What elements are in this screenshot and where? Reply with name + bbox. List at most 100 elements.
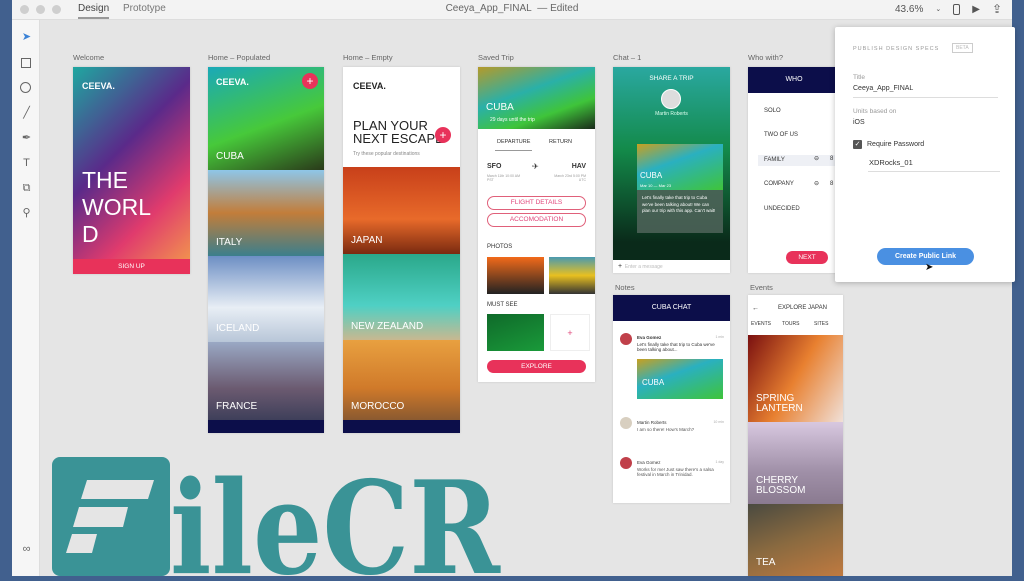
artboard-label[interactable]: Events: [750, 283, 773, 292]
departure-time: March 11th 10:00 AM PST: [487, 174, 521, 182]
trip-header-image: CUBA 29 days until the trip: [478, 67, 595, 129]
tab-events[interactable]: EVENTS: [751, 321, 771, 327]
artboard-saved-trip[interactable]: CUBA 29 days until the trip DEPARTURE RE…: [478, 67, 595, 382]
option-solo[interactable]: SOLO: [764, 108, 781, 114]
option-undecided[interactable]: UNDECIDED: [764, 206, 800, 212]
zoom-icon[interactable]: ⚲: [20, 207, 33, 220]
must-see-heading: MUST SEE: [487, 302, 518, 308]
ellipse-icon[interactable]: [20, 82, 33, 95]
message-text: I am so there! How's March?: [637, 427, 695, 432]
text-icon[interactable]: T: [20, 157, 33, 170]
chevron-down-icon[interactable]: ⌄: [935, 5, 941, 13]
artboard-label[interactable]: Welcome: [73, 53, 104, 62]
tab-return[interactable]: RETURN: [549, 139, 572, 145]
option-company[interactable]: COMPANY: [764, 181, 794, 187]
avatar: [620, 417, 632, 429]
play-icon[interactable]: ▶: [972, 4, 980, 15]
plane-icon: ✈: [532, 162, 539, 171]
tab-departure[interactable]: DEPARTURE: [495, 139, 533, 151]
message-time: 10 min: [713, 420, 724, 424]
screen-title: SHARE A TRIP: [649, 75, 694, 82]
artboard-notes[interactable]: CUBA CHAT Eva Gomez 1 min Let's finally …: [613, 295, 730, 503]
artboard-label[interactable]: Chat – 1: [613, 53, 641, 62]
assets-icon[interactable]: ∞: [20, 543, 33, 556]
sender-name: Eva Gomez: [637, 335, 662, 340]
sign-up-button[interactable]: SIGN UP: [73, 259, 190, 274]
zoom-level[interactable]: 43.6%: [895, 4, 923, 15]
destination-card[interactable]: NEW ZEALAND: [343, 254, 460, 340]
destination-card[interactable]: MOROCCO: [343, 340, 460, 420]
artboard-who-with[interactable]: WHO SOLO TWO OF US FAMILY ⊖ 8 COMPANY ⊖ …: [748, 67, 840, 273]
pen-icon[interactable]: ✒: [20, 132, 33, 145]
filecr-watermark-logo: ileCR: [52, 454, 502, 581]
add-button[interactable]: +: [302, 73, 318, 89]
sender-name: Eva Gomez: [637, 460, 661, 465]
trip-card-image[interactable]: CUBA Mar 10 — Mar 23: [637, 144, 723, 190]
event-card[interactable]: TEA: [748, 504, 843, 576]
artboard-icon[interactable]: ⧉: [20, 182, 33, 195]
tab-sites[interactable]: SITES: [814, 321, 828, 327]
add-must-see-button[interactable]: +: [550, 314, 590, 351]
beta-badge: BETA: [952, 43, 973, 53]
message-input[interactable]: + Enter a message: [613, 260, 730, 273]
back-arrow-icon[interactable]: ←: [752, 305, 759, 312]
panel-heading: PUBLISH DESIGN SPECS: [853, 46, 940, 52]
units-select[interactable]: iOS: [853, 119, 865, 126]
require-password-checkbox[interactable]: ✓: [853, 140, 862, 149]
message-time: 1 min: [715, 335, 724, 339]
company-count: 8: [830, 181, 834, 187]
artboard-welcome[interactable]: CEEVA. THE WORL D SIGN UP: [73, 67, 190, 274]
artboard-label[interactable]: Home – Populated: [208, 53, 270, 62]
svg-text:ileCR: ileCR: [170, 457, 501, 576]
artboard-events[interactable]: ← EXPLORE JAPAN EVENTS TOURS SITES SPRIN…: [748, 295, 843, 576]
device-preview-icon[interactable]: [953, 3, 961, 15]
event-card[interactable]: CHERRY BLOSSOM: [748, 422, 843, 504]
toolbar: ➤ ╱ ✒ T ⧉ ⚲ ∞: [12, 20, 40, 576]
destination-card[interactable]: ICELAND: [208, 256, 324, 342]
welcome-headline: THE WORL D: [82, 167, 151, 247]
title-input[interactable]: Ceeya_App_FINAL: [853, 85, 998, 92]
line-icon[interactable]: ╱: [20, 107, 33, 120]
artboard-home-empty[interactable]: CEEVA. PLAN YOUR NEXT ESCAPE + Try these…: [343, 67, 460, 433]
photo-thumb[interactable]: [487, 257, 544, 294]
photo-thumb[interactable]: [549, 257, 595, 294]
trip-message: Let's finally take that trip to Cuba we'…: [637, 190, 723, 233]
event-card[interactable]: SPRING LANTERN: [748, 335, 843, 422]
photos-heading: PHOTOS: [487, 244, 513, 250]
tab-bar[interactable]: [343, 420, 460, 433]
artboard-home-populated[interactable]: CEEVA. + CUBA ITALY ICELAND FRANCE: [208, 67, 324, 433]
destination-card[interactable]: ITALY: [208, 170, 324, 256]
brand-logo: CEEVA.: [353, 81, 386, 91]
destination-card[interactable]: JAPAN: [343, 167, 460, 254]
next-button[interactable]: NEXT: [786, 251, 828, 264]
tab-tours[interactable]: TOURS: [782, 321, 799, 327]
screen-title: EXPLORE JAPAN: [778, 305, 827, 311]
select-icon[interactable]: ➤: [20, 31, 33, 44]
units-label: Units based on: [853, 108, 897, 115]
destination-card[interactable]: FRANCE: [208, 342, 324, 420]
must-see-thumb[interactable]: [487, 314, 544, 351]
artboard-label[interactable]: Notes: [615, 283, 635, 292]
explore-button[interactable]: EXPLORE: [487, 360, 586, 373]
artboard-label[interactable]: Who with?: [748, 53, 783, 62]
sender-name: Martin Roberts: [637, 420, 667, 425]
avatar[interactable]: [661, 89, 681, 109]
artboard-chat-1[interactable]: SHARE A TRIP Martin Roberts CUBA Mar 10 …: [613, 67, 730, 273]
option-family[interactable]: FAMILY: [758, 155, 840, 166]
password-input[interactable]: XDRocks_01: [869, 158, 913, 167]
shared-trip-card[interactable]: CUBA: [637, 359, 723, 399]
artboard-label[interactable]: Home – Empty: [343, 53, 393, 62]
message-time: 1 day: [715, 460, 724, 464]
option-two-of-us[interactable]: TWO OF US: [764, 132, 798, 138]
accommodation-button[interactable]: ACCOMODATION: [487, 213, 586, 227]
minus-icon[interactable]: ⊖: [814, 180, 819, 187]
screen-title: WHO: [748, 67, 840, 93]
artboard-label[interactable]: Saved Trip: [478, 53, 514, 62]
share-icon[interactable]: ⇪: [992, 2, 1002, 16]
brand-logo: CEEVA.: [82, 81, 115, 91]
flight-details-button[interactable]: FLIGHT DETAILS: [487, 196, 586, 210]
minus-icon[interactable]: ⊖: [814, 155, 819, 162]
add-button[interactable]: +: [435, 127, 451, 143]
rectangle-icon[interactable]: [20, 57, 33, 70]
cursor-icon: ➤: [925, 262, 934, 273]
